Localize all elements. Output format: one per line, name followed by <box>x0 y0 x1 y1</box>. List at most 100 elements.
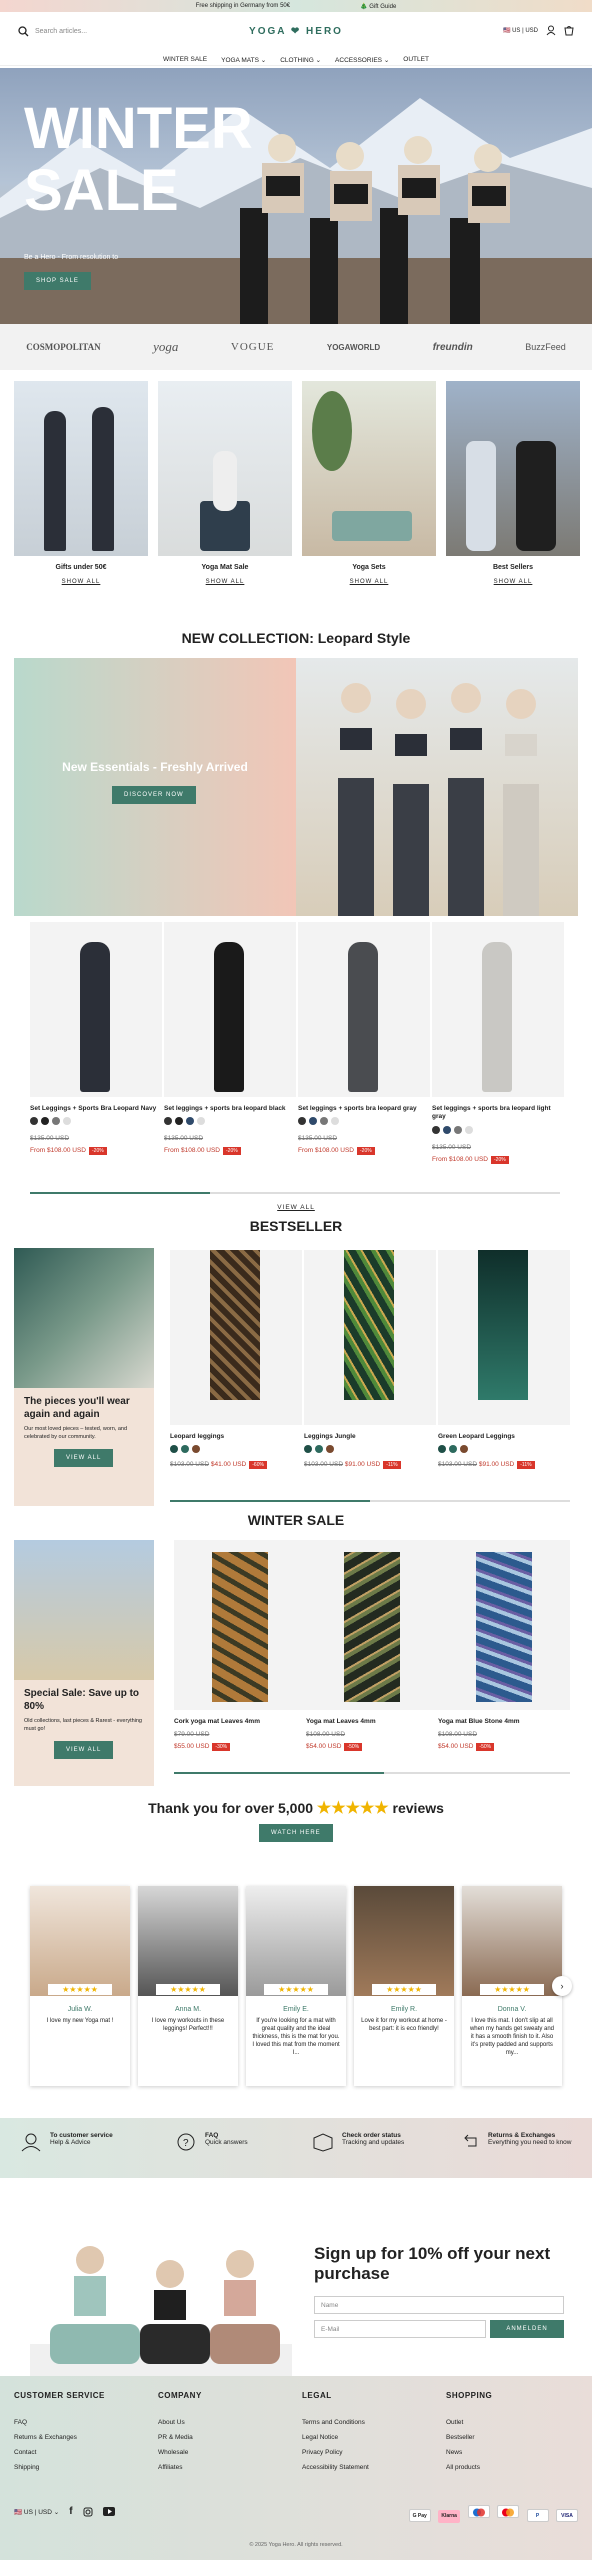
sale-price: $91.00 USD <box>478 1461 515 1469</box>
carousel-scrollbar[interactable] <box>170 1500 570 1502</box>
watch-here-button[interactable]: WATCH HERE <box>259 1824 333 1842</box>
subscribe-button[interactable]: ANMELDEN <box>490 2320 564 2338</box>
service-order-status[interactable]: Check order status Tracking and updates <box>312 2132 404 2152</box>
gift-guide-link[interactable]: 🎄 Gift Guide <box>360 3 396 10</box>
account-icon[interactable] <box>546 25 556 36</box>
promo-view-all-button[interactable]: VIEW ALL <box>54 1741 114 1760</box>
view-all-link[interactable]: VIEW ALL <box>0 1204 592 1211</box>
product-card[interactable]: Set leggings + sports bra leopard gray $… <box>298 922 430 1156</box>
review-card[interactable]: ★★★★★ Julia W. I love my new Yoga mat ! <box>30 1886 130 2086</box>
footer-link[interactable]: Accessibility Statement <box>302 2460 369 2475</box>
footer-link[interactable]: Outlet <box>446 2415 492 2430</box>
shop-sale-button[interactable]: SHOP SALE <box>24 272 91 290</box>
nav-accessories[interactable]: ACCESSORIES ⌄ <box>335 56 389 64</box>
youtube-icon[interactable] <box>102 2507 115 2516</box>
category-card[interactable]: Best Sellers SHOW ALL <box>446 381 580 585</box>
old-price: $103.00 USD <box>304 1461 344 1469</box>
footer-link[interactable]: Affiliates <box>158 2460 202 2475</box>
review-card[interactable]: ★★★★★ Emily E. If you're looking for a m… <box>246 1886 346 2086</box>
cart-icon[interactable] <box>564 25 574 36</box>
footer-link[interactable]: Privacy Policy <box>302 2445 369 2460</box>
product-name: Yoga mat Blue Stone 4mm <box>438 1718 520 1725</box>
winter-sale-title: WINTER SALE <box>247 1512 345 1528</box>
footer-currency-selector[interactable]: 🇺🇸 US | USD ⌄ <box>14 2508 59 2516</box>
service-returns[interactable]: Returns & Exchanges Everything you need t… <box>462 2132 584 2152</box>
product-card[interactable]: Set leggings + sports bra leopard light … <box>432 922 564 1164</box>
footer-link[interactable]: FAQ <box>14 2415 105 2430</box>
review-card[interactable]: ★★★★★ Donna V. I love this mat. I don't … <box>462 1886 562 2086</box>
color-swatches[interactable] <box>432 1125 564 1134</box>
footer-link[interactable]: News <box>446 2445 492 2460</box>
service-customer[interactable]: To customer service Help & Advice <box>20 2132 113 2152</box>
winter-promo[interactable]: Special Sale: Save up to 80% Old collect… <box>14 1540 154 1786</box>
product-name: Set Leggings + Sports Bra Leopard Navy <box>30 1105 157 1112</box>
footer-link[interactable]: About Us <box>158 2415 202 2430</box>
footer-link[interactable]: PR & Media <box>158 2430 202 2445</box>
footer-link[interactable]: Shipping <box>14 2460 105 2475</box>
carousel-next-button[interactable]: › <box>552 1976 572 1996</box>
footer-link[interactable]: Bestseller <box>446 2430 492 2445</box>
product-name: Leopard leggings <box>170 1433 225 1440</box>
promo-text: Old collections, last pieces & Rarest - … <box>24 1718 142 1732</box>
nav-clothing[interactable]: CLOTHING ⌄ <box>280 56 321 64</box>
instagram-icon[interactable] <box>83 2507 93 2517</box>
reviewer-name: Julia W. <box>67 2006 93 2013</box>
product-card[interactable]: Leopard leggings $103.00 USD $41.00 USD -… <box>170 1250 302 1470</box>
footer-link[interactable]: Returns & Exchanges <box>14 2430 105 2445</box>
review-image <box>30 1886 130 1996</box>
footer-link[interactable]: Legal Notice <box>302 2430 369 2445</box>
facebook-icon[interactable]: f <box>69 2506 72 2517</box>
product-card[interactable]: Set Leggings + Sports Bra Leopard Navy $… <box>30 922 162 1156</box>
review-card[interactable]: ★★★★★ Emily R. Love it for my workout at… <box>354 1886 454 2086</box>
reviewer-name: Emily E. <box>283 2006 309 2013</box>
discover-now-button[interactable]: DISCOVER NOW <box>112 786 196 804</box>
category-link[interactable]: SHOW ALL <box>158 579 292 585</box>
product-card[interactable]: Set leggings + sports bra leopard black … <box>164 922 296 1156</box>
color-swatches[interactable] <box>438 1445 570 1454</box>
discount-badge: -20% <box>223 1147 241 1156</box>
footer-link[interactable]: Terms and Conditions <box>302 2415 369 2430</box>
color-swatches[interactable] <box>298 1117 430 1126</box>
promo-image <box>14 1540 154 1680</box>
nav-outlet[interactable]: OUTLET <box>403 56 429 64</box>
currency-selector[interactable]: 🇺🇸 US | USD <box>503 27 538 34</box>
product-card[interactable]: Yoga mat Leaves 4mm $108.00 USD $54.00 U… <box>306 1540 438 1752</box>
announcement-shipping: Free shipping in Germany from 50€ <box>195 3 291 9</box>
carousel-scrollbar[interactable] <box>174 1772 570 1774</box>
sale-price: From $108.00 USD <box>298 1147 354 1155</box>
footer-link[interactable]: All products <box>446 2460 492 2475</box>
nav-winter-sale[interactable]: WINTER SALE <box>163 56 207 64</box>
category-card[interactable]: Yoga Mat Sale SHOW ALL <box>158 381 292 585</box>
bestseller-promo[interactable]: The pieces you'll wear again and again O… <box>14 1248 154 1506</box>
promo-view-all-button[interactable]: VIEW ALL <box>54 1449 114 1468</box>
name-field[interactable]: Name <box>314 2296 564 2314</box>
review-text: I love my new Yoga mat ! <box>46 2018 114 2024</box>
hero-title: WINTER SALE <box>24 98 253 222</box>
product-card[interactable]: Yoga mat Blue Stone 4mm $108.00 USD $54.… <box>438 1540 570 1752</box>
color-swatches[interactable] <box>30 1117 162 1126</box>
footer-link[interactable]: Contact <box>14 2445 105 2460</box>
product-image <box>170 1250 302 1425</box>
nav-yoga-mats[interactable]: YOGA MATS ⌄ <box>221 56 266 64</box>
carousel-scrollbar[interactable] <box>30 1192 560 1194</box>
product-card[interactable]: Cork yoga mat Leaves 4mm $79.00 USD $55.… <box>174 1540 306 1752</box>
flag-icon: 🇺🇸 <box>502 28 511 34</box>
color-swatches[interactable] <box>170 1445 302 1454</box>
category-card[interactable]: Yoga Sets SHOW ALL <box>302 381 436 585</box>
product-card[interactable]: Green Leopard Leggings $103.00 USD $91.0… <box>438 1250 570 1470</box>
email-field[interactable]: E-Mail <box>314 2320 486 2338</box>
service-faq[interactable]: ? FAQ Quick answers <box>175 2132 248 2152</box>
category-card[interactable]: Gifts under 50€ SHOW ALL <box>14 381 148 585</box>
sale-price: From $108.00 USD <box>164 1147 220 1155</box>
product-card[interactable]: Leggings Jungle $103.00 USD $91.00 USD -1… <box>304 1250 436 1470</box>
hero-banner[interactable]: WINTER SALE Be a Hero - From resolution … <box>0 68 592 324</box>
footer-link[interactable]: Wholesale <box>158 2445 202 2460</box>
collection-banner[interactable]: New Essentials - Freshly Arrived DISCOVE… <box>14 658 296 916</box>
category-link[interactable]: SHOW ALL <box>446 579 580 585</box>
category-link[interactable]: SHOW ALL <box>14 579 148 585</box>
color-swatches[interactable] <box>164 1117 296 1126</box>
color-swatches[interactable] <box>304 1445 436 1454</box>
review-card[interactable]: ★★★★★ Anna M. I love my workouts in thes… <box>138 1886 238 2086</box>
category-link[interactable]: SHOW ALL <box>302 579 436 585</box>
reviewer-name: Donna V. <box>497 2006 527 2013</box>
